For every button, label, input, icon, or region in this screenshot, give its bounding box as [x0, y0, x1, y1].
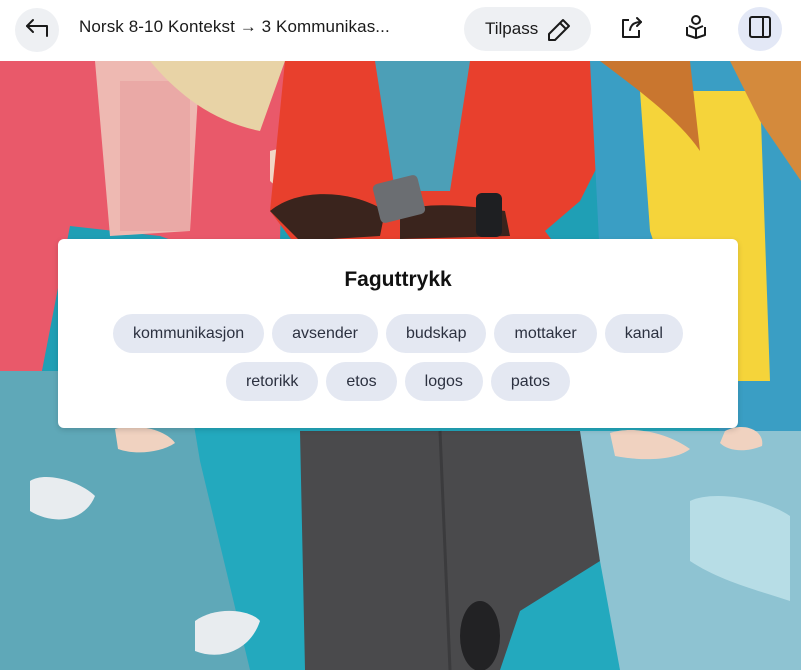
term-chip[interactable]: budskap	[385, 314, 487, 353]
terms-card: Faguttrykk kommunikasjon avsender budska…	[58, 239, 738, 428]
term-chip[interactable]: retorikk	[225, 362, 319, 401]
term-chip[interactable]: kanal	[604, 314, 683, 353]
customize-button[interactable]: Tilpass	[464, 7, 591, 51]
term-chip[interactable]: etos	[326, 362, 397, 401]
arrow-back-icon	[24, 17, 50, 44]
share-icon	[619, 14, 645, 45]
top-bar: Norsk 8-10 Kontekst → 3 Kommunikas... Ti…	[0, 0, 801, 61]
term-chip[interactable]: avsender	[272, 314, 378, 353]
reader-button[interactable]	[674, 7, 718, 51]
term-chip[interactable]: mottaker	[494, 314, 597, 353]
card-title: Faguttrykk	[344, 268, 452, 291]
back-button[interactable]	[15, 8, 59, 52]
share-button[interactable]	[610, 7, 654, 51]
terms-row-1: kommunikasjon avsender budskap mottaker …	[58, 314, 738, 353]
term-chip[interactable]: patos	[490, 362, 571, 401]
term-chip[interactable]: logos	[404, 362, 483, 401]
reader-icon	[683, 14, 709, 45]
breadcrumb[interactable]: Norsk 8-10 Kontekst → 3 Kommunikas...	[79, 17, 390, 37]
terms-row-2: retorikk etos logos patos	[58, 362, 738, 401]
side-panel-button[interactable]	[738, 7, 782, 51]
side-panel-icon	[747, 14, 773, 45]
customize-button-label: Tilpass	[485, 19, 539, 38]
term-chip[interactable]: kommunikasjon	[113, 314, 265, 353]
pencil-icon	[546, 17, 572, 48]
